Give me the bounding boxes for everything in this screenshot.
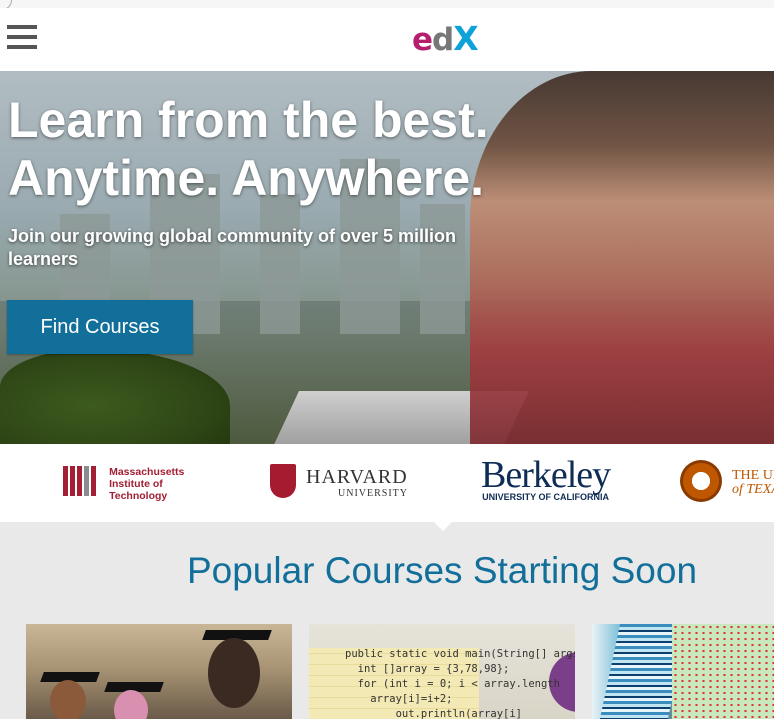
student-face xyxy=(50,680,86,719)
site-header: edX xyxy=(0,8,774,71)
hero-student-photo xyxy=(470,71,774,444)
logos-pointer xyxy=(434,522,452,531)
hero-headline: Learn from the best. Anytime. Anywhere. xyxy=(8,92,489,206)
partner-logos-strip: Massachusetts Institute of Technology HA… xyxy=(0,444,774,531)
hamburger-menu-icon[interactable] xyxy=(7,25,37,51)
harvard-shield-icon xyxy=(270,464,296,498)
scatter-dots-graphic xyxy=(672,624,774,719)
mit-mark-icon xyxy=(63,466,98,496)
mit-logo[interactable]: Massachusetts Institute of Technology xyxy=(63,466,184,502)
student-face xyxy=(114,690,148,719)
find-courses-button[interactable]: Find Courses xyxy=(7,300,193,354)
popular-courses-heading: Popular Courses Starting Soon xyxy=(186,550,698,591)
student-face xyxy=(208,638,260,708)
texas-seal-icon xyxy=(680,460,722,502)
course-card-java[interactable]: public static void main(String[] args) {… xyxy=(309,624,575,719)
berkeley-logo[interactable]: Berkeley UNIVERSITY OF CALIFORNIA xyxy=(481,456,611,502)
hero-foliage xyxy=(0,349,230,444)
code-snippet: public static void main(String[] args) {… xyxy=(345,648,575,719)
course-card-data[interactable] xyxy=(592,624,774,719)
hero-banner: Learn from the best. Anytime. Anywhere. … xyxy=(0,71,774,444)
edx-logo[interactable]: edX xyxy=(412,19,479,58)
hero-subtitle: Join our growing global community of ove… xyxy=(8,226,457,269)
course-card-graduation[interactable] xyxy=(26,624,292,719)
